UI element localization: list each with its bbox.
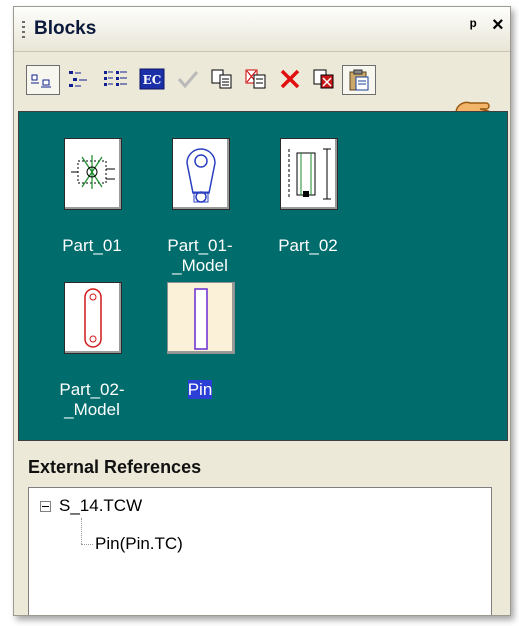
block-label: Part_02- _Model xyxy=(59,380,125,419)
block-thumbnail xyxy=(280,138,338,210)
edit-component-button[interactable]: EC xyxy=(136,65,168,93)
tree-connector xyxy=(81,518,82,544)
paste-block-icon xyxy=(313,69,334,89)
copy-special-icon xyxy=(245,69,266,89)
tree-node-root[interactable]: S_14.TCW xyxy=(59,496,142,516)
blocks-view[interactable]: Part_01 Part_01- _Model Part_02 Part_02-… xyxy=(18,111,508,441)
small-icons-view-button[interactable] xyxy=(64,65,96,93)
delete-icon xyxy=(280,69,300,89)
external-references-tree[interactable]: S_14.TCW Pin(Pin.TC) xyxy=(28,487,492,615)
collapse-toggle-icon[interactable] xyxy=(40,501,51,512)
block-thumbnail xyxy=(172,138,230,210)
copy-icon xyxy=(211,69,232,89)
pin-button[interactable]: ᵖ xyxy=(470,16,477,36)
large-icons-view-button[interactable] xyxy=(26,65,60,95)
panel-titlebar[interactable]: Blocks ᵖ × xyxy=(14,7,510,52)
block-item-pin[interactable]: Pin xyxy=(145,282,255,412)
block-item-part-01-model[interactable]: Part_01- _Model xyxy=(145,138,255,298)
svg-text:EC: EC xyxy=(143,73,162,87)
delete-button[interactable] xyxy=(274,65,306,93)
copy-button[interactable] xyxy=(206,65,238,93)
block-thumbnail-selected xyxy=(167,282,235,354)
clipboard-paste-icon xyxy=(349,69,369,91)
blocks-panel: Blocks ᵖ × EC Part_01 Part_01- _Model Pa… xyxy=(13,6,511,616)
block-label: Part_01 xyxy=(62,236,122,255)
pin-preview-icon xyxy=(194,288,208,350)
clipboard-paste-button[interactable] xyxy=(342,65,376,95)
part-01-preview-icon xyxy=(71,155,115,189)
close-button[interactable]: × xyxy=(492,14,504,37)
checkmark-icon xyxy=(177,71,199,89)
panel-title: Blocks xyxy=(34,18,97,39)
part-02-preview-icon xyxy=(288,148,331,200)
external-references-heading: External References xyxy=(28,457,202,477)
block-thumbnail xyxy=(64,138,122,210)
part-02-model-preview-icon xyxy=(84,288,102,348)
copy-special-button[interactable] xyxy=(240,65,272,93)
block-item-part-02[interactable]: Part_02 xyxy=(253,138,363,288)
list-view-button[interactable] xyxy=(100,65,132,93)
block-item-part-02-model[interactable]: Part_02- _Model xyxy=(37,282,147,442)
small-icons-view-icon xyxy=(69,71,87,87)
part-01-model-preview-icon xyxy=(186,148,216,203)
tree-node-child[interactable]: Pin(Pin.TC) xyxy=(95,534,183,554)
paste-block-button[interactable] xyxy=(308,65,340,93)
blocks-toolbar: EC xyxy=(14,53,510,140)
list-view-icon xyxy=(104,71,127,86)
drag-grip-icon[interactable] xyxy=(22,21,25,39)
edit-component-icon: EC xyxy=(139,68,165,90)
block-item-part-01[interactable]: Part_01 xyxy=(37,138,147,288)
block-label-selected: Pin xyxy=(187,380,213,399)
block-thumbnail xyxy=(64,282,122,354)
apply-button[interactable] xyxy=(172,65,204,93)
large-icons-view-icon xyxy=(31,74,51,88)
block-label: Part_01- _Model xyxy=(167,236,233,275)
tree-connector xyxy=(81,544,93,545)
block-label: Part_02 xyxy=(278,236,338,255)
